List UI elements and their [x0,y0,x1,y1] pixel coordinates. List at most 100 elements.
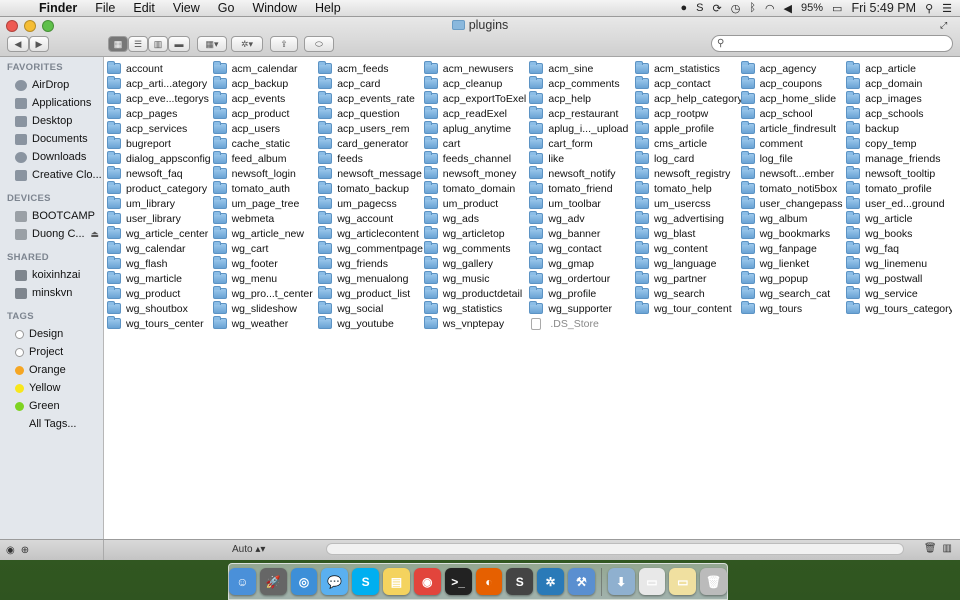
file-item[interactable]: product_category [107,181,213,196]
action-gear-button[interactable]: ✲▾ [231,36,263,52]
file-item[interactable]: tomato_noti5box [740,181,847,196]
file-item[interactable]: wg_partner [634,271,741,286]
sidebar-item-bootcamp[interactable]: BOOTCAMP [0,207,103,225]
file-item[interactable]: wg_calendar [107,241,213,256]
file-item[interactable]: um_library [107,196,213,211]
file-item[interactable]: acp_restaurant [529,106,635,121]
file-item[interactable]: wg_popup [740,271,847,286]
file-item[interactable]: wg_tours [740,301,847,316]
file-item[interactable]: acp_product [212,106,319,121]
file-item[interactable]: wg_tours_center [107,316,213,331]
file-item[interactable]: tomato_profile [846,181,952,196]
file-item[interactable]: wg_menu [212,271,319,286]
tags-button[interactable]: ⬭ [304,36,334,52]
file-item[interactable]: um_pagecss [318,196,424,211]
file-item[interactable]: acm_newusers [423,61,530,76]
file-item[interactable]: acp_help_category [634,91,741,106]
sidebar-item-applications[interactable]: Applications [0,94,103,112]
sidebar-item-minskvn[interactable]: minskvn [0,284,103,302]
file-item[interactable]: acm_statistics [634,61,741,76]
zoom-select[interactable]: Auto ▴▾ [232,544,265,555]
file-item[interactable]: wg_supporter [529,301,635,316]
file-item[interactable]: acp_card [318,76,424,91]
file-item[interactable]: wg_ordertour [529,271,635,286]
sublime-icon[interactable]: S [506,568,534,595]
file-item[interactable]: wg_gallery [423,256,530,271]
sidebar-item-koixinhzai[interactable]: koixinhzai [0,266,103,284]
file-item[interactable]: user_changepass [740,196,847,211]
time-machine-icon[interactable]: ◷ [731,2,741,15]
file-item[interactable]: newsoft_notify [529,166,635,181]
file-item[interactable]: wg_friends [318,256,424,271]
sidebar-tag-green[interactable]: Green [0,397,103,415]
menu-view[interactable]: View [164,1,209,15]
file-item[interactable]: wg_profile [529,286,635,301]
file-item[interactable]: um_toolbar [529,196,635,211]
file-item[interactable]: manage_friends [846,151,952,166]
file-item[interactable]: article_findresult [740,121,847,136]
file-item[interactable]: wg_slideshow [212,301,319,316]
file-item[interactable]: wg_album [740,211,847,226]
firefox-icon[interactable]: ◐ [475,568,503,595]
notification-center-icon[interactable]: ☰ [942,2,952,15]
file-item[interactable]: ws_vnptepay [423,316,530,331]
file-item[interactable]: like [529,151,635,166]
file-item[interactable]: acp_school [740,106,847,121]
file-item[interactable]: um_product [423,196,530,211]
file-item[interactable]: wg_article_center [107,226,213,241]
sync-icon[interactable]: ⟳ [713,2,722,15]
menu-app-name[interactable]: Finder [30,1,86,15]
launchpad-icon[interactable]: 🚀 [259,568,287,595]
file-item[interactable]: acp_agency [740,61,847,76]
file-item[interactable]: wg_adv [529,211,635,226]
file-item[interactable]: wg_content [634,241,741,256]
arrange-button[interactable]: ▦▾ [197,36,227,52]
file-item[interactable]: wg_ads [423,211,530,226]
file-item[interactable]: acp_users [212,121,319,136]
file-item[interactable]: wg_articletop [423,226,530,241]
file-item[interactable]: acp_eve...tegorys [107,91,213,106]
downloads-icon[interactable]: ⬇ [607,568,635,595]
file-item[interactable]: newsoft_registry [634,166,741,181]
file-item[interactable]: tomato_domain [423,181,530,196]
sidebar-item-duong[interactable]: Duong C... ⏏ [0,225,103,243]
sidebar-item-downloads[interactable]: Downloads [0,148,103,166]
file-item[interactable]: wg_shoutbox [107,301,213,316]
file-item[interactable]: newsoft_faq [107,166,213,181]
file-item[interactable]: wg_banner [529,226,635,241]
file-item[interactable]: wg_books [846,226,952,241]
file-item[interactable]: acm_calendar [212,61,319,76]
file-item[interactable]: wg_youtube [318,316,424,331]
file-item[interactable]: feed_album [212,151,319,166]
file-item[interactable]: cart_form [529,136,635,151]
file-item[interactable]: wg_fanpage [740,241,847,256]
file-item[interactable]: wg_articlecontent [318,226,424,241]
eject-icon[interactable]: ⏏ [90,229,99,240]
file-item[interactable]: .DS_Store [529,316,635,331]
file-item[interactable]: wg_account [318,211,424,226]
file-item[interactable]: wg_search_cat [740,286,847,301]
file-item[interactable]: wg_search [634,286,741,301]
path-bar-icon[interactable]: ◉ [6,545,15,556]
file-item[interactable]: wg_bookmarks [740,226,847,241]
file-item[interactable]: wg_flash [107,256,213,271]
file-item[interactable]: acp_images [846,91,952,106]
file-item[interactable]: aplug_i..._upload [529,121,635,136]
file-item[interactable]: aplug_anytime [423,121,530,136]
file-item[interactable]: cache_static [212,136,319,151]
trash-icon[interactable]: 🗑 [700,568,727,595]
horizontal-scrollbar[interactable] [326,543,904,555]
stickies-icon[interactable]: ▤ [383,568,410,595]
terminal-icon[interactable]: >_ [444,568,472,595]
file-item[interactable]: wg_language [634,256,741,271]
file-item[interactable]: copy_temp [846,136,952,151]
spotlight-icon[interactable]: ⚲ [925,2,933,15]
file-item[interactable]: acp_pages [107,106,213,121]
file-item[interactable]: wg_faq [846,241,952,256]
sidebar-item-documents[interactable]: Documents [0,130,103,148]
file-item[interactable]: acp_coupons [740,76,847,91]
file-item[interactable]: acp_domain [846,76,952,91]
file-item[interactable]: acp_backup [212,76,319,91]
file-item[interactable]: wg_tour_content [634,301,741,316]
search-input[interactable]: ⚲ [711,35,953,52]
